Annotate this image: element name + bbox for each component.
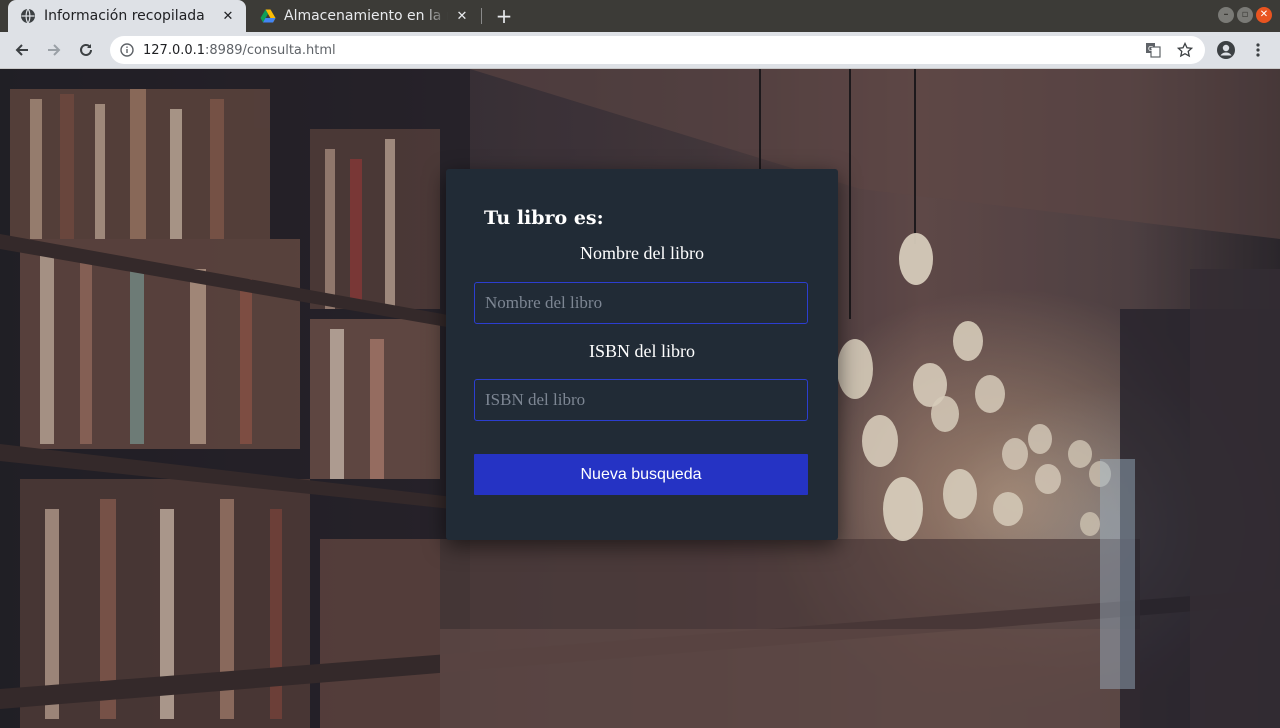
tab-title: Almacenamiento en la nube [284, 8, 448, 24]
maximize-icon[interactable]: ▫ [1237, 7, 1253, 23]
book-result-card: Tu libro es: Nombre del libro ISBN del l… [446, 169, 838, 540]
card-heading: Tu libro es: [484, 207, 604, 229]
reload-icon[interactable] [74, 38, 98, 62]
google-drive-icon [260, 8, 276, 24]
new-search-button[interactable]: Nueva busqueda [474, 454, 808, 495]
window-controls: – ▫ ✕ [1218, 7, 1272, 23]
tab-informacion-recopilada[interactable]: Información recopilada ✕ [8, 0, 246, 32]
bookmark-star-icon[interactable] [1177, 36, 1193, 64]
url-host: 127.0.0.1 [143, 42, 206, 58]
back-arrow-icon[interactable] [10, 38, 34, 62]
tab-strip: Información recopilada ✕ Almacenamiento … [0, 0, 1280, 32]
url-text: 127.0.0.1:8989/consulta.html [143, 43, 336, 58]
book-name-input[interactable] [474, 282, 808, 324]
tab-almacenamiento[interactable]: Almacenamiento en la nube ✕ [248, 0, 480, 32]
url-path: :8989/consulta.html [205, 42, 336, 58]
page-background-library: Tu libro es: Nombre del libro ISBN del l… [0, 69, 1280, 728]
browser-toolbar: 127.0.0.1:8989/consulta.html G [0, 32, 1280, 69]
tab-close-icon[interactable]: ✕ [454, 8, 470, 24]
isbn-label: ISBN del libro [589, 341, 695, 361]
tab-separator [481, 8, 482, 24]
book-name-label: Nombre del libro [580, 243, 704, 263]
tab-title: Información recopilada [44, 8, 205, 24]
globe-icon [20, 8, 36, 24]
forward-arrow-icon[interactable] [42, 38, 66, 62]
isbn-input[interactable] [474, 379, 808, 421]
site-info-icon[interactable] [119, 42, 135, 58]
menu-kebab-icon[interactable] [1246, 38, 1270, 62]
tab-close-icon[interactable]: ✕ [220, 8, 236, 24]
svg-text:G: G [1148, 45, 1153, 53]
new-tab-plus-icon[interactable]: + [492, 4, 516, 28]
minimize-icon[interactable]: – [1218, 7, 1234, 23]
address-bar[interactable]: 127.0.0.1:8989/consulta.html G [110, 36, 1205, 64]
translate-icon[interactable]: G [1145, 36, 1161, 64]
profile-avatar-icon[interactable] [1214, 38, 1238, 62]
window-close-icon[interactable]: ✕ [1256, 7, 1272, 23]
